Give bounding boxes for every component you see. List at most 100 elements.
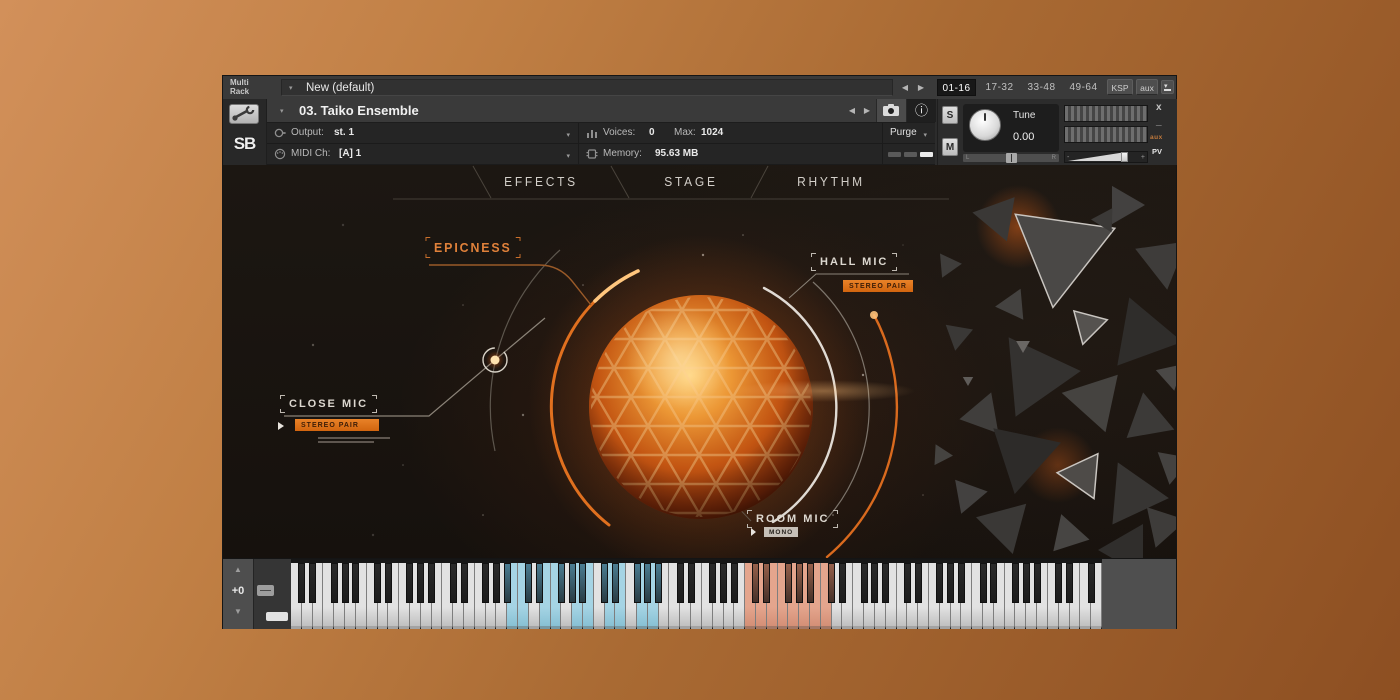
keyboard-zoom-handle[interactable]	[266, 612, 288, 621]
piano-key-black[interactable]	[980, 563, 987, 603]
piano-key-black[interactable]	[309, 563, 316, 603]
piano-key-black[interactable]	[677, 563, 684, 603]
piano-key-black[interactable]	[915, 563, 922, 603]
piano-key-black[interactable]	[655, 563, 662, 603]
output-row[interactable]: Output: st. 1 ▾	[267, 123, 578, 144]
piano-key-black[interactable]	[1088, 563, 1095, 603]
piano-key-black[interactable]	[342, 563, 349, 603]
purge-control[interactable]: Purge ▾	[882, 123, 935, 144]
hall-mic-mode-badge[interactable]: STEREO PAIR	[843, 280, 913, 292]
piano-key-black[interactable]	[461, 563, 468, 603]
hall-mic-label[interactable]: HALL MIC	[811, 253, 897, 271]
page-tab-17-32[interactable]: 17-32	[980, 79, 1019, 96]
page-tab-33-48[interactable]: 33-48	[1022, 79, 1061, 96]
room-mic-mode-badge[interactable]: MONO	[764, 527, 798, 537]
piano-key-black[interactable]	[1034, 563, 1041, 603]
keyboard-scroll-handle[interactable]	[257, 585, 274, 596]
minimize-icon[interactable]: _	[1156, 116, 1162, 127]
tune-knob[interactable]	[969, 109, 1001, 141]
piano-key-black[interactable]	[990, 563, 997, 603]
midi-channel-row[interactable]: MIDI Ch: [A] 1 ▾	[267, 144, 578, 165]
piano-key-black[interactable]	[720, 563, 727, 603]
piano-key-black[interactable]	[709, 563, 716, 603]
piano-key-black[interactable]	[450, 563, 457, 603]
ksp-button[interactable]: KSP	[1107, 79, 1133, 95]
transpose-up-icon[interactable]: ▲	[223, 565, 253, 574]
piano-key-black[interactable]	[936, 563, 943, 603]
play-icon[interactable]	[278, 422, 284, 430]
chevron-down-icon[interactable]: ▾	[566, 131, 570, 139]
piano-key-black[interactable]	[731, 563, 738, 603]
piano-key-black[interactable]	[493, 563, 500, 603]
room-mic-label[interactable]: ROOM MIC	[747, 510, 838, 528]
piano-key-black[interactable]	[1055, 563, 1062, 603]
tab-stage[interactable]: STAGE	[631, 169, 751, 195]
piano-key-black[interactable]	[958, 563, 965, 603]
piano-key-black[interactable]	[406, 563, 413, 603]
piano-key-black[interactable]	[644, 563, 651, 603]
piano-key-black[interactable]	[1023, 563, 1030, 603]
piano-key-black[interactable]	[536, 563, 543, 603]
page-tab-49-64[interactable]: 49-64	[1064, 79, 1103, 96]
tab-rhythm[interactable]: RHYTHM	[771, 169, 891, 195]
prev-instrument-arrow[interactable]: ◀	[846, 104, 858, 117]
piano-key-black[interactable]	[763, 563, 770, 603]
chevron-down-icon[interactable]: ▾	[566, 152, 570, 160]
snapshot-camera-button[interactable]	[876, 99, 906, 122]
piano-key-black[interactable]	[525, 563, 532, 603]
piano-key-black[interactable]	[569, 563, 576, 603]
epicness-handle[interactable]	[483, 348, 507, 372]
piano-key-black[interactable]	[947, 563, 954, 603]
piano-key-black[interactable]	[504, 563, 511, 603]
piano-key-black[interactable]	[828, 563, 835, 603]
minimize-views-icon[interactable]: ▾	[1161, 80, 1174, 94]
piano-key-black[interactable]	[861, 563, 868, 603]
play-icon[interactable]	[751, 528, 756, 536]
next-instrument-arrow[interactable]: ▶	[861, 104, 873, 117]
piano-key-black[interactable]	[558, 563, 565, 603]
aux-button[interactable]: aux	[1136, 79, 1158, 95]
preset-dropdown[interactable]: ▾ New (default)	[281, 79, 893, 96]
piano-key-black[interactable]	[904, 563, 911, 603]
piano-key-black[interactable]	[352, 563, 359, 603]
piano-key-black[interactable]	[1066, 563, 1073, 603]
piano-key-black[interactable]	[579, 563, 586, 603]
performance-view-label[interactable]: PV	[1152, 147, 1162, 156]
piano-key-black[interactable]	[417, 563, 424, 603]
volume-thumb[interactable]	[1121, 152, 1128, 162]
piano-key-black[interactable]	[882, 563, 889, 603]
keyboard[interactable]	[291, 559, 1102, 629]
piano-key-black[interactable]	[634, 563, 641, 603]
piano-key-black[interactable]	[807, 563, 814, 603]
info-button[interactable]: ⓘ	[906, 99, 936, 122]
chevron-down-icon[interactable]: ▾	[280, 107, 284, 115]
piano-key-black[interactable]	[298, 563, 305, 603]
mute-button[interactable]: M	[942, 138, 958, 156]
piano-key-black[interactable]	[482, 563, 489, 603]
pan-thumb[interactable]	[1006, 153, 1017, 163]
page-tab-01-16[interactable]: 01-16	[937, 79, 976, 96]
solo-button[interactable]: S	[942, 106, 958, 124]
piano-key-black[interactable]	[331, 563, 338, 603]
next-page-arrow[interactable]: ▶	[915, 81, 927, 94]
piano-key-black[interactable]	[612, 563, 619, 603]
pan-slider[interactable]: L R	[963, 154, 1059, 162]
piano-key-black[interactable]	[385, 563, 392, 603]
wrench-edit-button[interactable]	[229, 104, 259, 124]
piano-key-black[interactable]	[796, 563, 803, 603]
piano-key-black[interactable]	[871, 563, 878, 603]
close-icon[interactable]: x	[1156, 102, 1162, 113]
transpose-down-icon[interactable]: ▼	[223, 607, 253, 616]
close-mic-mode-badge[interactable]: STEREO PAIR	[295, 419, 379, 431]
epicness-label[interactable]: EPICNESS	[425, 237, 520, 258]
piano-key-black[interactable]	[601, 563, 608, 603]
prev-page-arrow[interactable]: ◀	[899, 81, 911, 94]
piano-key-black[interactable]	[428, 563, 435, 603]
piano-key-black[interactable]	[688, 563, 695, 603]
piano-key-black[interactable]	[785, 563, 792, 603]
close-mic-label[interactable]: CLOSE MIC	[280, 395, 377, 413]
piano-key-black[interactable]	[374, 563, 381, 603]
piano-key-black[interactable]	[1012, 563, 1019, 603]
volume-slider[interactable]: - +	[1064, 151, 1148, 163]
piano-key-black[interactable]	[752, 563, 759, 603]
